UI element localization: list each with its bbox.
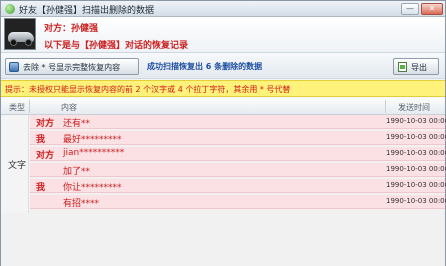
scan-status-message: 成功扫描恢复出 6 条删除的数据 [147, 62, 263, 71]
send-time: 1990-10-03 00:00 [386, 165, 446, 173]
sender-label: 对方 [36, 151, 55, 161]
column-divider[interactable] [29, 100, 30, 113]
message-table: 文字 对方 还有** 1990-10-03 00:00 我 最好********… [1, 115, 446, 266]
toolbar: 去除 * 号显示完整恢复内容 成功扫描恢复出 6 条删除的数据 导出 [1, 52, 445, 79]
remove-asterisk-label: 去除 * 号显示完整恢复内容 [23, 63, 121, 72]
send-time: 1990-10-03 00:00 [386, 117, 446, 125]
table-header: 类型 内容 发送时间 [1, 98, 445, 115]
table-row[interactable]: 我 最好********* 1990-10-03 00:00 [30, 131, 446, 145]
column-header-type[interactable]: 类型 [9, 102, 25, 113]
export-button[interactable]: 导出 [393, 58, 439, 75]
send-time: 1990-10-03 00:00 [386, 149, 446, 157]
sender-label: 对方 [36, 119, 55, 129]
message-content: jian********** [63, 148, 125, 158]
sender-label: 我 [36, 183, 46, 193]
table-row[interactable]: 对方 jian********** 1990-10-03 00:00 [30, 147, 446, 161]
license-notice: 提示：未授权只能显示恢复内容的前 2 个汉字或 4 个拉丁字符，其余用 * 号代… [1, 80, 445, 97]
message-content: 有招**** [63, 199, 100, 209]
avatar [4, 18, 36, 50]
title-bar: 好友【孙健强】扫描出删除的数据 — ✕ [1, 1, 445, 17]
remove-asterisk-button[interactable]: 去除 * 号显示完整恢复内容 [5, 58, 139, 75]
send-time: 1990-10-03 00:00 [386, 181, 446, 189]
table-row[interactable]: 加了** 1990-10-03 00:00 [30, 163, 446, 177]
contact-header: 对方：孙健强 以下是与【孙健强】对话的恢复记录 [1, 17, 445, 52]
type-cell: 文字 [1, 115, 29, 213]
table-row[interactable]: 对方 还有** 1990-10-03 00:00 [30, 115, 446, 129]
minimize-button[interactable]: — [401, 3, 419, 15]
type-label: 文字 [8, 161, 27, 171]
export-icon [398, 62, 407, 72]
contact-name: 对方：孙健强 [44, 24, 99, 34]
table-row[interactable]: 我 你让********* 1990-10-03 00:00 [30, 179, 446, 193]
remove-asterisk-icon [9, 62, 19, 72]
window-title: 好友【孙健强】扫描出删除的数据 [19, 6, 155, 16]
recovery-window: 好友【孙健强】扫描出删除的数据 — ✕ 对方：孙健强 以下是与【孙健强】对话的恢… [0, 0, 446, 266]
send-time: 1990-10-03 00:00 [386, 133, 446, 141]
export-label: 导出 [411, 63, 427, 72]
message-content: 你让********* [63, 183, 122, 193]
send-time: 1990-10-03 00:00 [386, 197, 446, 205]
column-divider[interactable] [385, 100, 386, 113]
message-content: 加了** [63, 167, 91, 177]
message-content: 最好********* [63, 135, 122, 145]
column-header-time[interactable]: 发送时间 [398, 102, 430, 113]
recovery-subtitle: 以下是与【孙健强】对话的恢复记录 [44, 41, 189, 51]
app-icon [5, 4, 15, 14]
notice-text: 提示：未授权只能显示恢复内容的前 2 个汉字或 4 个拉丁字符，其余用 * 号代… [5, 85, 291, 94]
sender-label: 我 [36, 135, 46, 145]
message-content: 还有** [63, 119, 91, 129]
close-button[interactable]: ✕ [421, 3, 443, 15]
column-header-content[interactable]: 内容 [61, 102, 77, 113]
table-row[interactable]: 有招**** 1990-10-03 00:00 [30, 195, 446, 209]
